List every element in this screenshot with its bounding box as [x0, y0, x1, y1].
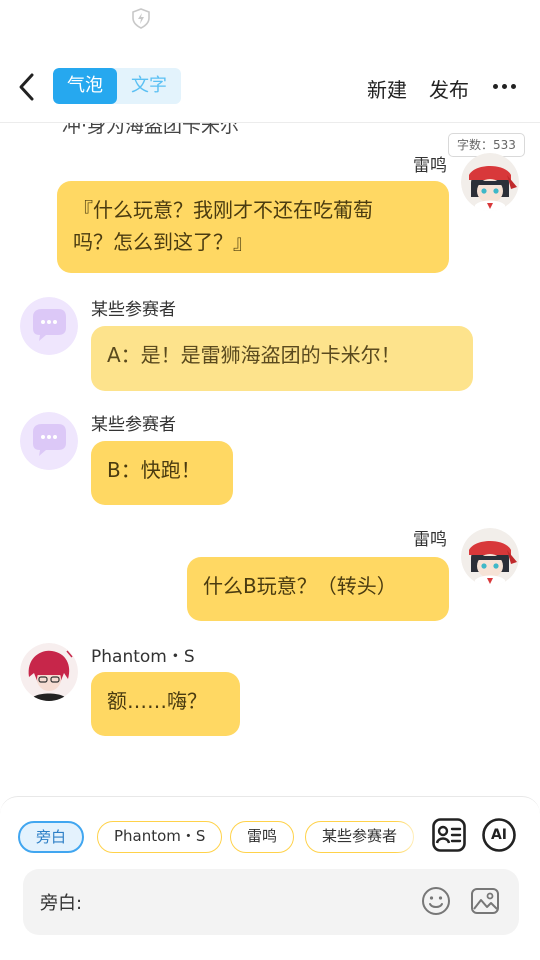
smiley-icon[interactable]: [420, 885, 452, 917]
tab-text[interactable]: 文字: [117, 68, 181, 104]
speaker-name: 某些参赛者: [91, 415, 176, 435]
partial-message-text: 冲·身为海盗团卡米尔: [62, 122, 240, 137]
message-line: 额……嗨？: [107, 689, 207, 713]
chip-scroll-fade: [395, 817, 425, 857]
chat-area[interactable]: 冲·身为海盗团卡米尔 字数：533 雷鸣 『什么玩意？我刚才不还在吃葡萄 吗？怎…: [0, 122, 540, 794]
speaker-name: 雷鸣: [413, 530, 447, 550]
message-bubble[interactable]: 『什么玩意？我刚才不还在吃葡萄 吗？怎么到这了？』: [57, 181, 449, 273]
chip-leiming[interactable]: 雷鸣: [230, 821, 295, 853]
ai-icon[interactable]: AI: [481, 817, 517, 853]
message-input[interactable]: [103, 883, 403, 919]
chip-narration[interactable]: 旁白: [18, 821, 85, 853]
avatar-leiming[interactable]: [461, 153, 519, 211]
message-bubble[interactable]: 额……嗨？: [91, 672, 240, 736]
composer-panel: 旁白 Phantom・S 雷鸣 某些参赛者 AI 旁白:: [0, 796, 540, 960]
speaker-name: Phantom・S: [91, 647, 195, 667]
chevron-left-icon[interactable]: [14, 70, 42, 104]
composer-input-box[interactable]: 旁白:: [23, 869, 519, 935]
shield-lightning-icon: [132, 8, 150, 29]
input-speaker-label: 旁白:: [40, 893, 83, 914]
new-button[interactable]: 新建: [367, 74, 407, 103]
message-bubble[interactable]: B：快跑！: [91, 441, 233, 505]
message-line: A：是！是雷狮海盗团的卡米尔！: [107, 343, 401, 367]
image-icon[interactable]: [469, 885, 501, 917]
message-line: 什么B玩意？（转头）: [203, 574, 397, 598]
ellipsis-icon[interactable]: [490, 74, 520, 98]
speaker-name: 雷鸣: [413, 156, 447, 176]
avatar-placeholder[interactable]: [20, 297, 78, 355]
message-line: 『什么玩意？我刚才不还在吃葡萄: [73, 198, 373, 222]
publish-button[interactable]: 发布: [429, 74, 469, 103]
message-line: 吗？怎么到这了？』: [73, 230, 253, 254]
avatar-phantom[interactable]: [20, 643, 78, 701]
avatar-placeholder[interactable]: [20, 412, 78, 470]
speaker-name: 某些参赛者: [91, 300, 176, 320]
chip-phantom[interactable]: Phantom・S: [97, 821, 223, 853]
ai-label: AI: [490, 827, 508, 843]
mode-toggle: 气泡 文字: [53, 68, 181, 104]
tab-bubble[interactable]: 气泡: [53, 68, 117, 104]
message-bubble[interactable]: A：是！是雷狮海盗团的卡米尔！: [91, 326, 473, 391]
status-bar: [0, 0, 540, 40]
character-card-icon[interactable]: [431, 817, 467, 853]
message-bubble[interactable]: 什么B玩意？（转头）: [187, 557, 449, 621]
avatar-leiming[interactable]: [461, 528, 519, 586]
top-bar: 气泡 文字 新建 发布: [0, 60, 540, 114]
message-line: B：快跑！: [107, 458, 201, 482]
